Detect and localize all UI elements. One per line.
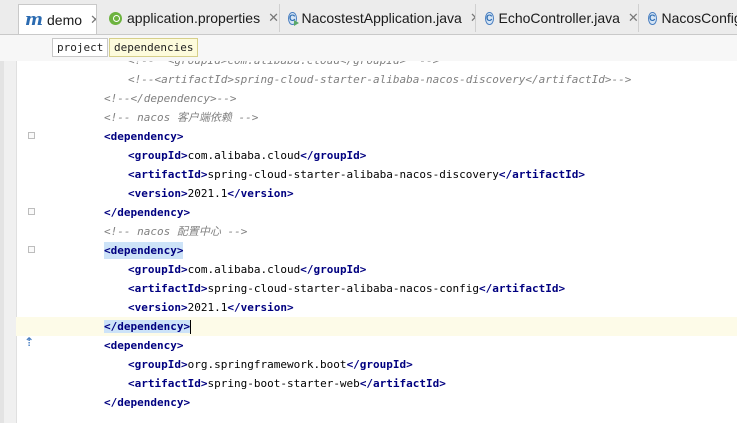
close-icon[interactable]: ✕ bbox=[628, 10, 638, 26]
xml-tag: <version> bbox=[128, 301, 188, 314]
xml-tag: <artifactId> bbox=[128, 377, 208, 390]
tab-application-properties[interactable]: application.properties ✕ bbox=[103, 4, 280, 32]
xml-tag-matched: <dependency> bbox=[104, 242, 184, 259]
code-line: <groupId>com.alibaba.cloud</groupId> bbox=[16, 146, 737, 165]
tab-label: application.properties bbox=[127, 10, 261, 26]
code-line: <!--<artifactId>spring-cloud-starter-ali… bbox=[16, 70, 737, 89]
code-editor[interactable]: <!-- <groupId>com.alibaba.cloud</groupId… bbox=[16, 61, 737, 423]
xml-element: <groupId>org.springframework.boot</group… bbox=[128, 356, 413, 373]
code-line: <artifactId>spring-cloud-starter-alibaba… bbox=[16, 279, 737, 298]
tab-nacostest-application[interactable]: C NacostestApplication.java ✕ bbox=[282, 4, 476, 32]
xml-tag: </dependency> bbox=[104, 206, 191, 219]
xml-value: 2021.1 bbox=[187, 301, 228, 314]
java-class-icon: C bbox=[485, 11, 494, 25]
breadcrumb-dependencies[interactable]: dependencies bbox=[109, 38, 199, 57]
xml-element: <groupId>com.alibaba.cloud</groupId> bbox=[128, 261, 366, 278]
xml-comment: <!-- <groupId>com.alibaba.cloud</groupId… bbox=[128, 61, 439, 69]
xml-element: </dependency> bbox=[104, 318, 192, 335]
close-icon[interactable]: ✕ bbox=[470, 10, 475, 26]
xml-value: 2021.1 bbox=[187, 187, 228, 200]
code-line: <dependency> bbox=[16, 127, 737, 146]
xml-tag: </version> bbox=[227, 301, 294, 314]
xml-value: spring-cloud-starter-alibaba-nacos-confi… bbox=[207, 282, 480, 295]
tab-label: NacostestApplication.java bbox=[301, 10, 462, 26]
xml-tag: <dependency> bbox=[104, 130, 184, 143]
left-tool-strip bbox=[0, 61, 4, 423]
breadcrumb: project dependencies bbox=[0, 35, 737, 61]
xml-value: org.springframework.boot bbox=[187, 358, 347, 371]
xml-comment: <!--<artifactId>spring-cloud-starter-ali… bbox=[128, 73, 632, 86]
xml-tag: </groupId> bbox=[346, 358, 413, 371]
java-class-icon: C bbox=[648, 11, 657, 25]
xml-element: <artifactId>spring-cloud-starter-alibaba… bbox=[128, 280, 565, 297]
xml-tag: </version> bbox=[227, 187, 294, 200]
tab-label: demo bbox=[47, 11, 83, 28]
xml-tag: <artifactId> bbox=[128, 282, 208, 295]
xml-value: com.alibaba.cloud bbox=[187, 149, 301, 162]
tab-label: NacosConfig bbox=[661, 10, 737, 26]
spring-leaf-icon bbox=[109, 11, 122, 25]
code-line: <artifactId>spring-cloud-starter-alibaba… bbox=[16, 165, 737, 184]
code-line: <dependency> bbox=[16, 241, 737, 260]
tab-nacos-config[interactable]: C NacosConfig bbox=[642, 4, 737, 32]
xml-tag: <groupId> bbox=[128, 358, 188, 371]
xml-tag: <dependency> bbox=[104, 339, 184, 352]
breadcrumb-project[interactable]: project bbox=[52, 38, 109, 57]
maven-m-icon: m bbox=[25, 9, 43, 30]
xml-tag: <groupId> bbox=[128, 263, 188, 276]
xml-comment: <!-- nacos 客户端依赖 --> bbox=[104, 111, 259, 124]
close-icon[interactable]: ✕ bbox=[268, 10, 279, 26]
xml-tag: <version> bbox=[128, 187, 188, 200]
xml-element: <artifactId>spring-boot-starter-web</art… bbox=[128, 375, 446, 392]
code-line: <groupId>org.springframework.boot</group… bbox=[16, 355, 737, 374]
code-line: </dependency> bbox=[16, 393, 737, 412]
xml-element: <version>2021.1</version> bbox=[128, 299, 294, 316]
code-line: </dependency> bbox=[16, 203, 737, 222]
code-line: <artifactId>spring-boot-starter-web</art… bbox=[16, 374, 737, 393]
text-cursor bbox=[190, 320, 192, 334]
xml-tag: </dependency> bbox=[104, 396, 191, 409]
xml-value: spring-boot-starter-web bbox=[207, 377, 360, 390]
xml-tag: </artifactId> bbox=[498, 168, 585, 181]
code-line: <groupId>com.alibaba.cloud</groupId> bbox=[16, 260, 737, 279]
code-line: <!--</dependency>--> bbox=[16, 89, 737, 108]
xml-element: <groupId>com.alibaba.cloud</groupId> bbox=[128, 147, 366, 164]
tab-echo-controller[interactable]: C EchoController.java ✕ bbox=[479, 4, 639, 32]
xml-tag: </artifactId> bbox=[479, 282, 566, 295]
xml-tag-matched: </dependency> bbox=[104, 320, 191, 333]
close-icon[interactable]: ✕ bbox=[90, 12, 96, 28]
xml-value: spring-cloud-starter-alibaba-nacos-disco… bbox=[207, 168, 499, 181]
code-line: <!-- nacos 配置中心 --> bbox=[16, 222, 737, 241]
xml-tag: </groupId> bbox=[300, 263, 367, 276]
xml-tag: </groupId> bbox=[300, 149, 367, 162]
xml-tag: </artifactId> bbox=[359, 377, 446, 390]
xml-tag: <groupId> bbox=[128, 149, 188, 162]
code-line: <version>2021.1</version> bbox=[16, 184, 737, 203]
xml-comment: <!--</dependency>--> bbox=[104, 92, 237, 105]
xml-tag: <artifactId> bbox=[128, 168, 208, 181]
xml-element: <artifactId>spring-cloud-starter-alibaba… bbox=[128, 166, 585, 183]
code-line: <!-- nacos 客户端依赖 --> bbox=[16, 108, 737, 127]
xml-comment: <!-- nacos 配置中心 --> bbox=[104, 225, 248, 238]
code-line: <!-- <groupId>com.alibaba.cloud</groupId… bbox=[16, 61, 737, 70]
code-line-current: </dependency> bbox=[16, 317, 737, 336]
java-run-class-icon: C bbox=[288, 11, 298, 26]
code-line: <dependency> bbox=[16, 336, 737, 355]
tab-label: EchoController.java bbox=[498, 10, 620, 26]
xml-value: com.alibaba.cloud bbox=[187, 263, 301, 276]
xml-element: <version>2021.1</version> bbox=[128, 185, 294, 202]
tab-demo[interactable]: m demo ✕ bbox=[18, 4, 97, 34]
editor-tab-bar: m demo ✕ application.properties ✕ C Naco… bbox=[0, 0, 737, 35]
code-line: <version>2021.1</version> bbox=[16, 298, 737, 317]
